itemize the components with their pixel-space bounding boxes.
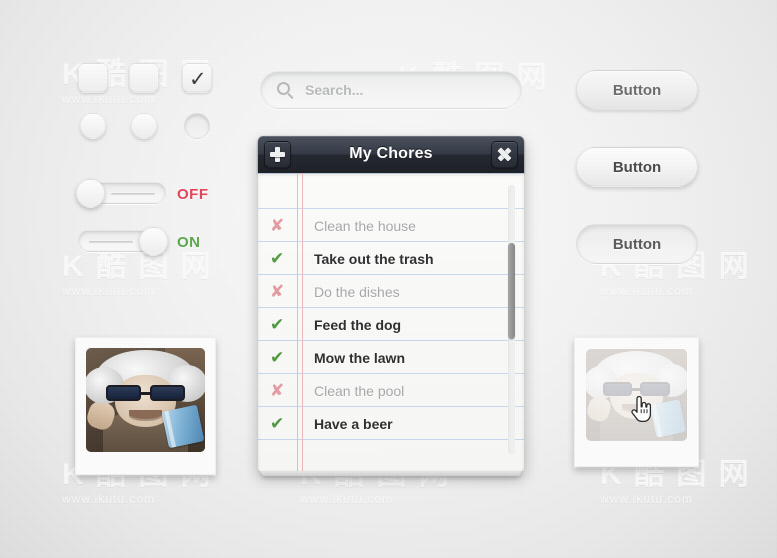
avatar-faded [586, 349, 687, 441]
watermark: K 酷 图 网www.ikutu.com [62, 250, 213, 299]
list-item-label: Mow the lawn [314, 349, 405, 366]
check-icon[interactable]: ✔ [270, 308, 284, 341]
watermark-logo: K 酷 图 网 [62, 250, 213, 283]
search-placeholder: Search... [305, 82, 364, 98]
photo-frame-right[interactable] [574, 337, 699, 467]
photo-frame-left[interactable] [75, 337, 216, 475]
scrollbar-thumb[interactable] [508, 243, 515, 339]
glasses-icon [603, 382, 670, 396]
radio-3[interactable] [184, 113, 210, 139]
toggle-on-label: ON [177, 234, 201, 251]
close-button[interactable] [491, 141, 518, 168]
toggle-track [89, 241, 133, 243]
toggle-on[interactable] [78, 227, 168, 256]
toggle-knob[interactable] [76, 179, 105, 208]
radio-1[interactable] [80, 113, 106, 139]
list-item[interactable]: ✔ Have a beer [258, 407, 524, 440]
panel-title: My Chores [349, 145, 433, 162]
check-icon: ✓ [189, 67, 207, 91]
search-icon [277, 82, 290, 95]
button-1[interactable]: Button [576, 70, 698, 110]
toggle-track [111, 193, 155, 195]
cross-icon[interactable]: ✘ [270, 275, 284, 308]
watermark-url: www.ikutu.com [300, 492, 394, 506]
list-item[interactable]: ✘ Clean the house [258, 209, 524, 242]
scrollbar-track[interactable] [508, 185, 515, 454]
panel-header: My Chores [258, 136, 524, 173]
list-item[interactable]: ✘ Clean the pool [258, 374, 524, 407]
toggle-off-label: OFF [177, 186, 209, 203]
watermark-url: www.ikutu.com [600, 284, 694, 298]
avatar [86, 348, 205, 452]
button-3[interactable]: Button [576, 224, 698, 264]
checkbox-1[interactable] [78, 63, 108, 93]
check-icon[interactable]: ✔ [270, 341, 284, 374]
watermark-url: www.ikutu.com [62, 284, 156, 298]
avatar-image [586, 349, 687, 441]
search-input[interactable]: Search... [260, 71, 522, 109]
check-icon[interactable]: ✔ [270, 407, 284, 440]
cross-icon[interactable]: ✘ [270, 209, 284, 242]
watermark-url: www.ikutu.com [600, 492, 694, 506]
checkbox-2[interactable] [129, 63, 159, 93]
cross-icon[interactable]: ✘ [270, 374, 284, 407]
list-item-label: Have a beer [314, 415, 393, 432]
pointer-hand-cursor-icon [631, 396, 652, 422]
list-item-label: Take out the trash [314, 250, 434, 267]
list-item[interactable]: ✔ Mow the lawn [258, 341, 524, 374]
watermark-url: www.ikutu.com [62, 492, 156, 506]
glasses-icon [106, 385, 185, 402]
avatar-image [86, 348, 205, 452]
check-icon[interactable]: ✔ [270, 242, 284, 275]
ui-kit-canvas: K 酷 图 网www.ikutu.comK 酷 图 网www.ikutu.com… [0, 0, 777, 558]
chores-list: ✘ Clean the house ✔ Take out the trash ✘ Do t… [258, 209, 524, 440]
list-item[interactable]: ✔ Feed the dog [258, 308, 524, 341]
list-item-label: Clean the house [314, 217, 416, 234]
button-2[interactable]: Button [576, 147, 698, 187]
watermark-url: www.ikutu.com [62, 92, 156, 106]
panel-body: ✘ Clean the house ✔ Take out the trash ✘ Do t… [258, 173, 524, 472]
toggle-knob[interactable] [139, 227, 168, 256]
checkbox-3[interactable]: ✓ [182, 63, 212, 93]
list-item[interactable]: ✘ Do the dishes [258, 275, 524, 308]
panel-footer [261, 471, 521, 476]
list-item-label: Do the dishes [314, 283, 400, 300]
chores-panel: My Chores ✘ Clean the house ✔ Take out the … [258, 136, 524, 476]
toggle-off[interactable] [76, 179, 166, 208]
list-item-label: Feed the dog [314, 316, 402, 333]
radio-2[interactable] [131, 113, 157, 139]
list-item-label: Clean the pool [314, 382, 405, 399]
list-item[interactable]: ✔ Take out the trash [258, 242, 524, 275]
close-icon [497, 147, 512, 162]
